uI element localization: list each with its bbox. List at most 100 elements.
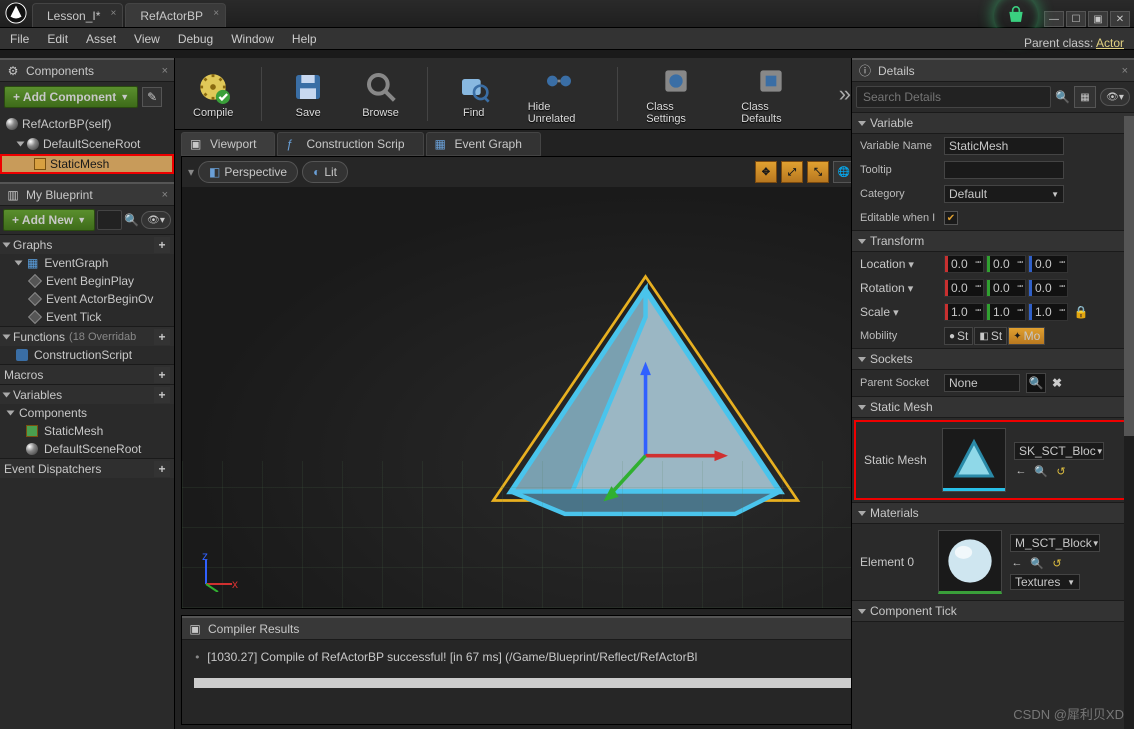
section-event-dispatchers[interactable]: Event Dispatchers+: [0, 458, 174, 478]
add-graph-button[interactable]: +: [154, 237, 170, 253]
search-icon[interactable]: 🔍: [1055, 90, 1070, 104]
menu-edit[interactable]: Edit: [47, 32, 68, 46]
material-thumbnail[interactable]: [938, 530, 1002, 594]
close-icon[interactable]: ×: [162, 189, 168, 201]
variable-staticmesh[interactable]: StaticMesh: [0, 422, 174, 440]
event-tick[interactable]: Event Tick: [0, 308, 174, 326]
app-tab-refactor[interactable]: RefActorBP×: [125, 3, 226, 27]
location-y-input[interactable]: 0.0⭲: [986, 255, 1026, 273]
editable-checkbox[interactable]: ✔: [944, 211, 958, 225]
expand-icon[interactable]: [3, 334, 11, 339]
section-functions[interactable]: Functions(18 Overridab+: [0, 326, 174, 346]
expand-icon[interactable]: [15, 261, 23, 266]
find-button[interactable]: Find: [448, 65, 500, 123]
tab-viewport[interactable]: ▣Viewport: [181, 132, 275, 156]
section-graphs[interactable]: Graphs+: [0, 234, 174, 254]
menu-debug[interactable]: Debug: [178, 32, 213, 46]
location-z-input[interactable]: 0.0⭲: [1028, 255, 1068, 273]
section-static-mesh[interactable]: Static Mesh: [852, 396, 1134, 418]
close-icon[interactable]: ×: [111, 8, 117, 19]
myblueprint-panel-header[interactable]: ▥ My Blueprint×: [0, 182, 174, 206]
event-actorbeginoverlap[interactable]: Event ActorBeginOv: [0, 290, 174, 308]
parent-class-link[interactable]: Actor: [1096, 36, 1124, 50]
components-panel-header[interactable]: ⚙ Components×: [0, 58, 174, 82]
section-component-tick[interactable]: Component Tick: [852, 600, 1134, 622]
class-settings-button[interactable]: Class Settings: [638, 59, 713, 129]
perspective-button[interactable]: ◧Perspective: [198, 161, 298, 183]
parent-socket-input[interactable]: None: [944, 374, 1020, 392]
app-tab-lesson[interactable]: Lesson_I*×: [32, 3, 123, 27]
pick-socket-button[interactable]: 🔍: [1026, 373, 1046, 393]
rotation-x-input[interactable]: 0.0⭲: [944, 279, 984, 297]
mobility-stationary[interactable]: ◧ St: [974, 327, 1007, 345]
component-root[interactable]: RefActorBP(self): [0, 114, 174, 134]
tab-construction[interactable]: ƒConstruction Scrip: [277, 132, 423, 156]
lock-scale-button[interactable]: 🔒: [1074, 304, 1088, 320]
menu-file[interactable]: File: [10, 32, 29, 46]
add-variable-button[interactable]: +: [154, 387, 170, 403]
translate-mode-button[interactable]: ⤢: [781, 161, 803, 183]
mesh-thumbnail[interactable]: [942, 428, 1006, 492]
save-button[interactable]: Save: [282, 65, 334, 123]
scale-x-input[interactable]: 1.0⭲: [944, 303, 984, 321]
maximize2-button[interactable]: ▣: [1088, 11, 1108, 27]
add-dispatcher-button[interactable]: +: [154, 461, 170, 477]
expand-icon[interactable]: [858, 121, 866, 126]
textures-combo[interactable]: Textures▼: [1010, 574, 1080, 590]
minimize-button[interactable]: —: [1044, 11, 1064, 27]
compile-button[interactable]: Compile: [185, 65, 241, 123]
use-selected-button[interactable]: ←: [1010, 556, 1024, 570]
mobility-movable[interactable]: ✦ Mo: [1008, 327, 1045, 345]
variable-defaultsceneroot[interactable]: DefaultSceneRoot: [0, 440, 174, 458]
menu-help[interactable]: Help: [292, 32, 317, 46]
expand-icon[interactable]: [17, 142, 25, 147]
menu-view[interactable]: View: [134, 32, 160, 46]
details-panel-header[interactable]: ⓘDetails×: [852, 58, 1134, 82]
category-combo[interactable]: Default▼: [944, 185, 1064, 203]
expand-icon[interactable]: [858, 357, 866, 362]
details-scrollbar[interactable]: [1124, 116, 1134, 729]
class-defaults-button[interactable]: Class Defaults: [733, 59, 809, 129]
scale-z-input[interactable]: 1.0⭲: [1028, 303, 1068, 321]
browse-asset-button[interactable]: 🔍: [1030, 556, 1044, 570]
variable-name-input[interactable]: StaticMesh: [944, 137, 1064, 155]
material-asset-combo[interactable]: M_SCT_Block▼: [1010, 534, 1100, 552]
variables-group-components[interactable]: Components: [0, 404, 174, 422]
lit-button[interactable]: ◐Lit: [302, 161, 348, 183]
add-new-button[interactable]: + Add New▼: [3, 209, 95, 231]
close-window-button[interactable]: ✕: [1110, 11, 1130, 27]
menu-asset[interactable]: Asset: [86, 32, 116, 46]
close-icon[interactable]: ×: [162, 65, 168, 77]
expand-icon[interactable]: [858, 405, 866, 410]
menu-window[interactable]: Window: [231, 32, 274, 46]
section-materials[interactable]: Materials: [852, 502, 1134, 524]
add-macro-button[interactable]: +: [154, 367, 170, 383]
browse-button[interactable]: Browse: [354, 65, 407, 123]
edit-blueprint-button[interactable]: ✎: [142, 87, 162, 107]
mobility-static[interactable]: ● St: [944, 327, 973, 345]
section-sockets[interactable]: Sockets: [852, 348, 1134, 370]
rotation-z-input[interactable]: 0.0⭲: [1028, 279, 1068, 297]
location-x-input[interactable]: 0.0⭲: [944, 255, 984, 273]
view-options-button[interactable]: 👁▾: [141, 211, 171, 229]
graph-eventgraph[interactable]: ▦EventGraph: [0, 254, 174, 272]
expand-icon[interactable]: [7, 411, 15, 416]
close-icon[interactable]: ×: [1122, 65, 1128, 77]
section-macros[interactable]: Macros+: [0, 364, 174, 384]
add-function-button[interactable]: +: [154, 329, 170, 345]
expand-icon[interactable]: [858, 511, 866, 516]
search-icon[interactable]: 🔍: [124, 213, 139, 227]
property-matrix-button[interactable]: ▦: [1074, 86, 1096, 108]
event-beginplay[interactable]: Event BeginPlay: [0, 272, 174, 290]
scale-y-input[interactable]: 1.0⭲: [986, 303, 1026, 321]
maximize-button[interactable]: ☐: [1066, 11, 1086, 27]
expand-icon[interactable]: [858, 609, 866, 614]
expand-icon[interactable]: [3, 242, 11, 247]
tab-eventgraph[interactable]: ▦Event Graph: [426, 132, 541, 156]
close-icon[interactable]: ×: [213, 8, 219, 19]
expand-icon[interactable]: [3, 392, 11, 397]
section-variable[interactable]: Variable: [852, 112, 1134, 134]
scale-mode-button[interactable]: ⤡: [807, 161, 829, 183]
details-view-options[interactable]: 👁▾: [1100, 88, 1130, 106]
section-variables[interactable]: Variables+: [0, 384, 174, 404]
